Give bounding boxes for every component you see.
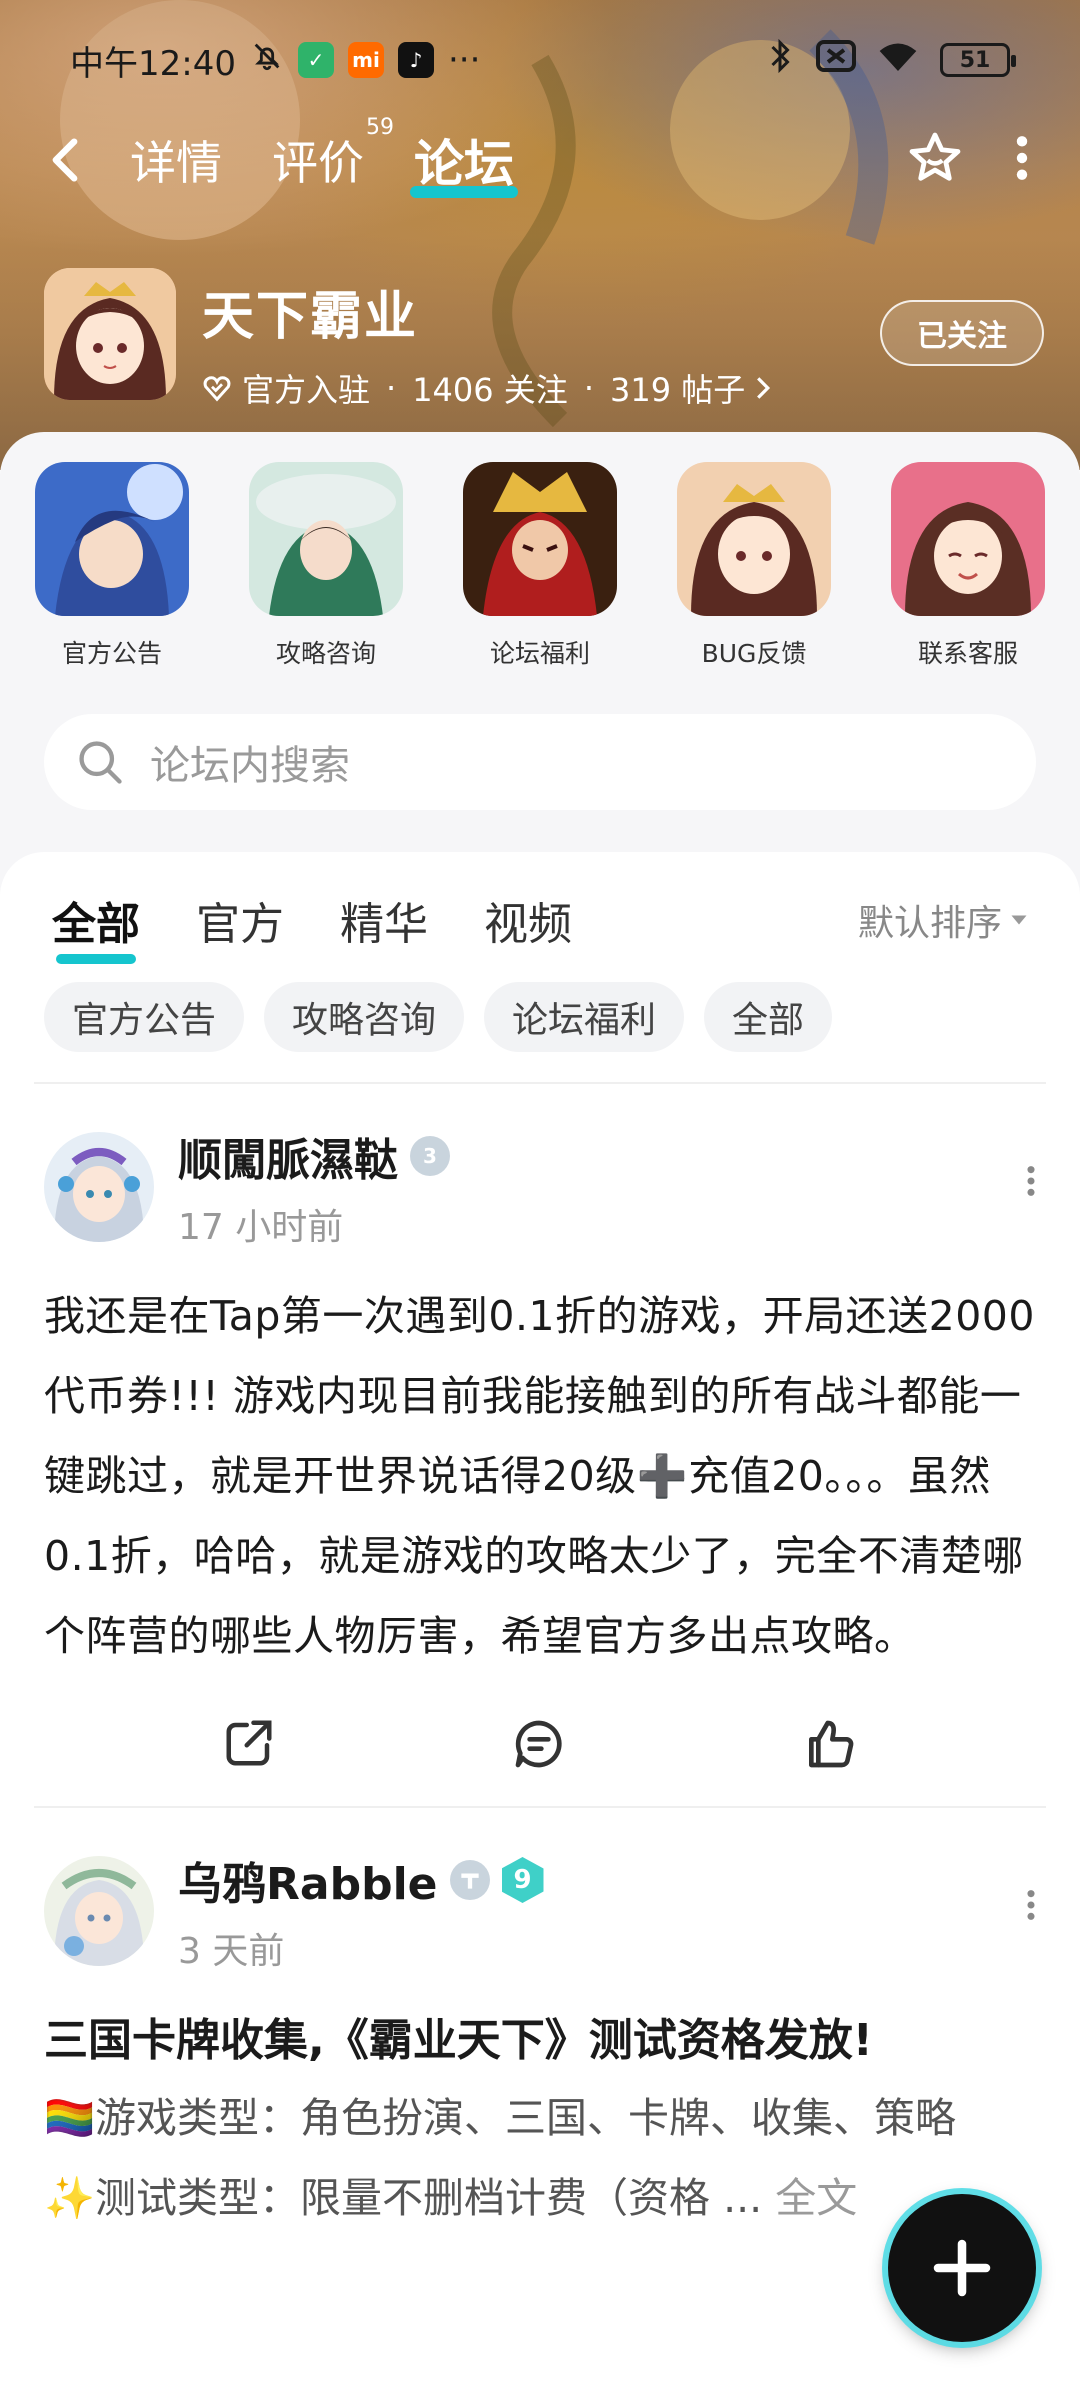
post-more-button[interactable]	[1026, 1164, 1036, 1202]
caret-down-icon	[1011, 915, 1027, 925]
quick-link-bug-report[interactable]: BUG反馈	[676, 462, 832, 670]
post-excerpt[interactable]: 🏳️‍🌈游戏类型：角色扮演、三国、卡牌、收集、策略 ✨测试类型：限量不删档计费（…	[44, 2078, 1036, 2238]
tiktok-app-icon: ♪	[397, 42, 434, 78]
share-button[interactable]	[222, 1716, 276, 1776]
vertical-dots-icon	[1016, 136, 1028, 180]
star-icon	[909, 132, 961, 181]
welfare-character-icon	[463, 462, 617, 616]
filter-tabs: 全部 官方 精华 视频 默认排序	[0, 852, 1080, 964]
no-sim-icon	[816, 39, 856, 81]
mi-app-icon: mi	[347, 42, 384, 78]
chip-guides[interactable]: 攻略咨询	[264, 982, 465, 1052]
quick-link-guides[interactable]: 攻略咨询	[248, 462, 404, 670]
wifi-icon	[878, 40, 918, 81]
more-options-button[interactable]	[1014, 133, 1030, 187]
avatar[interactable]	[44, 1856, 154, 1966]
like-button[interactable]	[802, 1716, 858, 1776]
creator-icon	[460, 1873, 479, 1889]
back-button[interactable]	[50, 130, 100, 190]
chip-all[interactable]: 全部	[704, 982, 833, 1052]
verified-heart-icon	[203, 376, 231, 402]
forum-search-input[interactable]: 论坛内搜索	[44, 714, 1036, 810]
level-badge: 3	[410, 1136, 450, 1176]
filter-tab-all[interactable]: 全部	[52, 888, 140, 964]
avatar[interactable]	[44, 1132, 154, 1242]
post-count: 319 帖子	[609, 371, 746, 409]
chip-welfare[interactable]: 论坛福利	[484, 982, 685, 1052]
follow-count: 1406 关注	[412, 371, 568, 409]
bug-report-character-icon	[677, 462, 831, 616]
tab-details[interactable]: 详情	[130, 127, 222, 193]
post-line: 🏳️‍🌈游戏类型：角色扮演、三国、卡牌、收集、策略	[44, 2094, 957, 2142]
post-time: 17 小时前	[178, 1207, 344, 1248]
read-full-link[interactable]: 全文	[775, 2174, 857, 2222]
share-icon	[226, 1720, 272, 1766]
quick-link-announcements[interactable]: 官方公告	[34, 462, 190, 670]
tab-reviews[interactable]: 评价 59	[272, 115, 394, 193]
thumbs-up-icon	[809, 1720, 854, 1768]
review-count-badge: 59	[366, 115, 394, 140]
username[interactable]: 顺闖脈濕鞑	[178, 1124, 398, 1188]
post-title[interactable]: 三国卡牌收集,《霸业天下》测试资格发放!	[44, 2004, 1036, 2068]
tab-forum[interactable]: 论坛	[410, 124, 518, 198]
guide-character-icon	[249, 462, 403, 616]
post-body[interactable]: 我还是在Tap第一次遇到0.1折的游戏，开局还送2000代币券!!! 游戏内现目…	[44, 1276, 1036, 1676]
bluetooth-icon	[766, 38, 794, 83]
game-stats[interactable]: 官方入驻 · 1406 关注 · 319 帖子	[202, 365, 771, 411]
filter-tab-featured[interactable]: 精华	[340, 888, 428, 952]
category-chips: 官方公告 攻略咨询 论坛福利 全部	[0, 962, 1080, 1052]
post-card[interactable]: 乌鸦Rabble 9 3 天前 三国卡牌收集,《霸业天下》测试资格发放! 🏳️‍…	[0, 1808, 1080, 2238]
comment-button[interactable]	[511, 1716, 567, 1776]
post-time: 3 天前	[178, 1931, 285, 1972]
filter-tab-video[interactable]: 视频	[484, 888, 572, 952]
chip-announcements[interactable]: 官方公告	[44, 982, 245, 1052]
official-label: 官方入驻	[242, 371, 371, 409]
quick-links: 官方公告 攻略咨询 论坛福利 BUG反馈 联系客服	[0, 432, 1080, 670]
post-card[interactable]: 顺闖脈濕鞑 3 17 小时前 我还是在Tap第一次遇到0.1折的游戏，开局还送2…	[0, 1084, 1080, 1806]
quick-link-customer-service[interactable]: 联系客服	[890, 462, 1046, 670]
chevron-right-icon	[757, 377, 771, 399]
post-line: ✨测试类型：限量不删档计费（资格 ... 全文	[44, 2174, 858, 2222]
followed-button[interactable]: 已关注	[880, 300, 1044, 366]
forum-panel: 官方公告 攻略咨询 论坛福利 BUG反馈 联系客服 论坛内搜索 全部 官方 精华…	[0, 432, 1080, 2400]
status-time: 中午12:40	[70, 43, 236, 84]
bell-off-icon	[250, 39, 284, 82]
filter-tab-official[interactable]: 官方	[196, 888, 284, 952]
vertical-dots-icon	[1027, 1890, 1035, 1920]
top-navigation: 详情 评价 59 论坛	[0, 115, 1080, 205]
status-bar: 中午12:40 ✓ mi ♪ ··· 51	[0, 30, 1080, 90]
game-avatar[interactable]	[44, 268, 176, 400]
search-placeholder: 论坛内搜索	[150, 743, 350, 789]
creator-badge	[449, 1860, 490, 1900]
post-feed: 全部 官方 精华 视频 默认排序 官方公告 攻略咨询 论坛福利 全部 顺闖脈濕鞑…	[0, 852, 1080, 2400]
level-badge: 9	[501, 1857, 544, 1903]
vertical-dots-icon	[1027, 1166, 1035, 1196]
game-info: 天下霸业 官方入驻 · 1406 关注 · 319 帖子 已关注	[44, 268, 1044, 409]
chevron-left-icon	[52, 138, 78, 182]
comment-icon	[515, 1720, 562, 1768]
post-more-button[interactable]	[1026, 1888, 1036, 1926]
search-icon	[79, 741, 122, 784]
more-notifications-icon: ···	[447, 40, 481, 80]
battery-indicator: 51	[940, 43, 1016, 77]
favorite-button[interactable]	[906, 129, 964, 191]
customer-service-character-icon	[891, 462, 1045, 616]
post-actions	[44, 1676, 1036, 1806]
announcement-character-icon	[35, 462, 189, 616]
new-post-button[interactable]	[888, 2194, 1036, 2342]
plus-icon	[933, 2239, 991, 2297]
quick-link-welfare[interactable]: 论坛福利	[462, 462, 618, 670]
sort-dropdown[interactable]: 默认排序	[858, 894, 1028, 946]
username[interactable]: 乌鸦Rabble	[178, 1848, 438, 1912]
game-title: 天下霸业	[202, 287, 419, 347]
shield-app-icon: ✓	[297, 42, 334, 78]
